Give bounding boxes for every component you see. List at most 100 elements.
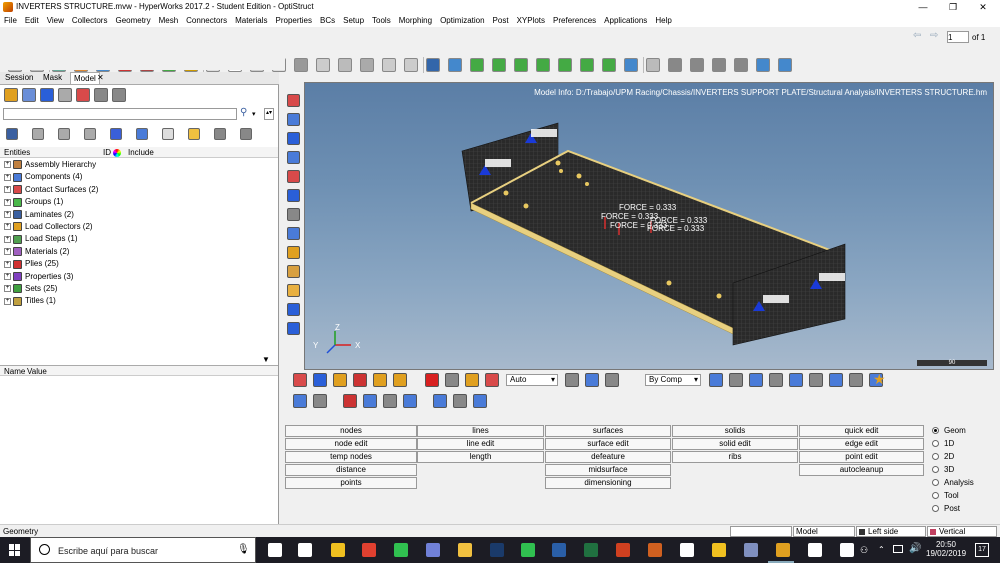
windows-start-icon[interactable]: [9, 544, 21, 556]
browser-action-2-icon[interactable]: [32, 128, 44, 140]
autodesk-icon[interactable]: [712, 543, 726, 557]
taskbar-search-box[interactable]: Escribe aquí para buscar 🎙: [30, 537, 256, 563]
tool-10-icon[interactable]: [485, 373, 499, 387]
excel-icon[interactable]: [584, 543, 598, 557]
display-option-2-icon[interactable]: [585, 373, 599, 387]
menu-tools[interactable]: Tools: [368, 14, 395, 27]
nodes-button[interactable]: nodes: [285, 425, 417, 437]
tree-item[interactable]: + Plies (25): [4, 258, 59, 270]
browser-action-3-icon[interactable]: [58, 128, 70, 140]
tool-1-icon[interactable]: [293, 373, 307, 387]
tree-item[interactable]: + Properties (3): [4, 271, 73, 283]
discord-icon[interactable]: [426, 543, 440, 557]
view-toolbar-10-icon[interactable]: [287, 265, 300, 278]
color-mode-select[interactable]: By Comp ▾: [645, 374, 701, 386]
zoom-area-icon[interactable]: [756, 58, 770, 72]
menu-connectors[interactable]: Connectors: [182, 14, 231, 27]
edit-tool-4-icon[interactable]: [363, 394, 377, 408]
expand-icon[interactable]: +: [4, 198, 11, 206]
tool-3-icon[interactable]: [333, 373, 347, 387]
display-icon[interactable]: [893, 545, 903, 553]
view-iso-icon[interactable]: [448, 58, 462, 72]
entities-column[interactable]: Entities: [4, 147, 30, 158]
lines-button[interactable]: lines: [417, 425, 544, 437]
view-right-icon[interactable]: [580, 58, 594, 72]
menu-bcs[interactable]: BCs: [316, 14, 339, 27]
tab-mask[interactable]: Mask: [40, 72, 65, 84]
view-toolbar-1-icon[interactable]: [287, 94, 300, 107]
tool-4-icon[interactable]: [353, 373, 367, 387]
view-back-icon[interactable]: [536, 58, 550, 72]
display-option-7-icon[interactable]: [769, 373, 783, 387]
radio-tool[interactable]: Tool: [932, 490, 959, 501]
display-option-1-icon[interactable]: [565, 373, 579, 387]
menu-view[interactable]: View: [43, 14, 68, 27]
inkscape-icon[interactable]: [680, 543, 694, 557]
menu-collectors[interactable]: Collectors: [68, 14, 112, 27]
expand-icon[interactable]: +: [4, 161, 11, 169]
view-top-icon[interactable]: [470, 58, 484, 72]
browser-view-7-icon[interactable]: [112, 88, 126, 102]
expand-icon[interactable]: +: [4, 210, 11, 218]
points-button[interactable]: points: [285, 477, 417, 489]
spotify-icon[interactable]: [521, 543, 535, 557]
menu-file[interactable]: File: [0, 14, 21, 27]
browser-action-8-icon[interactable]: [188, 128, 200, 140]
tool-9-icon[interactable]: [465, 373, 479, 387]
radio-geom[interactable]: Geom: [932, 425, 966, 436]
edit-tool-6-icon[interactable]: [403, 394, 417, 408]
midsurface-button[interactable]: midsurface: [545, 464, 671, 476]
edge-edit-button[interactable]: edge edit: [799, 438, 924, 450]
tree-item[interactable]: + Sets (25): [4, 283, 57, 295]
radio-analysis[interactable]: Analysis: [932, 477, 974, 488]
powerpoint-icon[interactable]: [616, 543, 630, 557]
selection-mode-select[interactable]: Auto ▾: [506, 374, 558, 386]
file-explorer-icon[interactable]: [458, 543, 472, 557]
tab-session[interactable]: Session: [2, 72, 36, 84]
tool-2-icon[interactable]: [313, 373, 327, 387]
point-edit-button[interactable]: point edit: [799, 451, 924, 463]
hand-tool-icon[interactable]: [712, 58, 726, 72]
temp-nodes-button[interactable]: temp nodes: [285, 451, 417, 463]
close-button[interactable]: ✕: [968, 0, 998, 14]
menu-preferences[interactable]: Preferences: [549, 14, 600, 27]
menu-properties[interactable]: Properties: [272, 14, 316, 27]
expand-icon[interactable]: +: [4, 272, 11, 280]
menu-mesh[interactable]: Mesh: [155, 14, 183, 27]
ribs-button[interactable]: ribs: [672, 451, 798, 463]
word-icon[interactable]: [552, 543, 566, 557]
browser-action-9-icon[interactable]: [214, 128, 226, 140]
help-icon[interactable]: [808, 543, 822, 557]
section-tool-icon[interactable]: [624, 58, 638, 72]
node-edit-button[interactable]: node edit: [285, 438, 417, 450]
expand-icon[interactable]: +: [4, 186, 11, 194]
browser-action-4-icon[interactable]: [84, 128, 96, 140]
view-toolbar-9-icon[interactable]: [287, 246, 300, 259]
view-toolbar-3-icon[interactable]: [287, 132, 300, 145]
tool-8-icon[interactable]: [445, 373, 459, 387]
expand-icon[interactable]: +: [4, 297, 11, 305]
graphics-viewport[interactable]: Model Info: D:/Trabajo/UPM Racing/Chassi…: [304, 82, 994, 370]
whatsapp-icon[interactable]: [394, 543, 408, 557]
sticky-notes-icon[interactable]: [331, 543, 345, 557]
edit-tool-8-icon[interactable]: [453, 394, 467, 408]
display-option-5-icon[interactable]: [729, 373, 743, 387]
menu-edit[interactable]: Edit: [21, 14, 43, 27]
tree-item[interactable]: + Contact Surfaces (2): [4, 184, 98, 196]
mask-tool-icon[interactable]: [316, 58, 330, 72]
menu-setup[interactable]: Setup: [339, 14, 368, 27]
tree-item[interactable]: + Titles (1): [4, 295, 56, 307]
radio-2d[interactable]: 2D: [932, 451, 954, 462]
browser-action-6-icon[interactable]: [136, 128, 148, 140]
matlab-icon[interactable]: [648, 543, 662, 557]
browser-view-3-icon[interactable]: [40, 88, 54, 102]
display-option-4-icon[interactable]: [709, 373, 723, 387]
edit-tool-5-icon[interactable]: [383, 394, 397, 408]
radio-3d[interactable]: 3D: [932, 464, 954, 475]
include-column[interactable]: Include: [128, 147, 154, 158]
browser-action-7-icon[interactable]: [162, 128, 174, 140]
display-option-8-icon[interactable]: [789, 373, 803, 387]
display-option-11-icon[interactable]: [849, 373, 863, 387]
view-toolbar-12-icon[interactable]: [287, 303, 300, 316]
search-scroll-icon[interactable]: ▴▾: [264, 108, 274, 120]
